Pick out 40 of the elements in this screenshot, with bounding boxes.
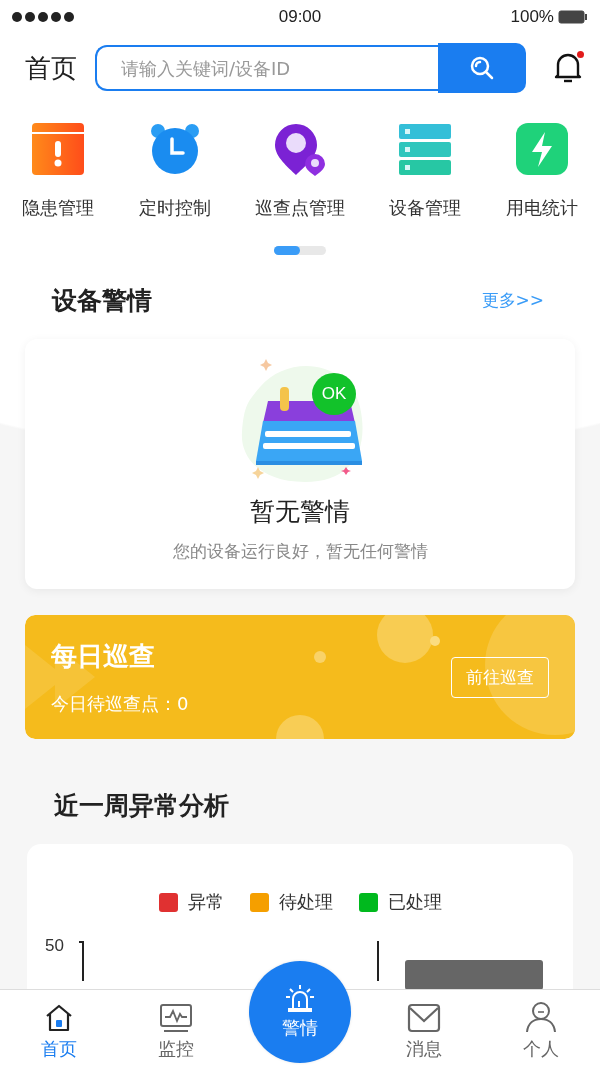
empty-message: 您的设备运行良好，暂无任何警情	[172, 540, 428, 563]
signal-icon	[12, 12, 74, 22]
mail-icon	[406, 1003, 441, 1033]
tab-item[interactable]: 个人	[496, 1001, 587, 1061]
lightning-icon	[514, 122, 569, 176]
page-title: 首页	[25, 51, 77, 85]
cursor-line	[377, 941, 379, 981]
tab-item[interactable]: 监控	[131, 1003, 222, 1061]
y-axis	[79, 941, 85, 981]
warning-icon	[31, 122, 86, 176]
tab-item[interactable]: 首页	[13, 1003, 104, 1061]
legend-label: 异常	[187, 890, 224, 914]
search-button[interactable]	[438, 43, 526, 93]
section-title: 设备警情	[52, 284, 152, 317]
shortcut-button[interactable]: 设备管理	[389, 122, 462, 220]
shortcut-button[interactable]: 巡查点管理	[254, 122, 345, 220]
legend-label: 已处理	[387, 890, 442, 914]
tab-item[interactable]: 消息	[378, 1003, 469, 1061]
alarm-light-icon	[284, 984, 316, 1014]
legend-label: 待处理	[278, 890, 333, 914]
monitor-icon	[159, 1003, 194, 1033]
battery-percent: 100%	[510, 7, 554, 27]
server-icon	[398, 122, 453, 176]
status-time: 09:00	[278, 7, 322, 27]
notification-button[interactable]	[554, 51, 584, 85]
search-icon	[469, 55, 495, 81]
empty-title: 暂无警情	[250, 496, 350, 528]
banner-subtitle: 今日待巡查点：0	[51, 691, 189, 716]
location-pin-icon	[272, 122, 327, 176]
axis-tick-label: 50	[45, 936, 64, 956]
shortcut-button[interactable]: 定时控制	[138, 122, 211, 220]
banner-title: 每日巡查	[51, 639, 156, 673]
shortcut-button[interactable]: 隐患管理	[22, 122, 95, 220]
alarm-tab[interactable]: 警情	[249, 961, 351, 1063]
person-icon	[524, 1001, 559, 1033]
shortcut-button[interactable]: 用电统计	[505, 122, 578, 220]
search-field[interactable]: 请输入关键词/设备ID	[95, 45, 438, 91]
bell-icon	[554, 51, 582, 83]
battery-icon	[558, 10, 588, 24]
section-title: 近一周异常分析	[53, 790, 230, 822]
